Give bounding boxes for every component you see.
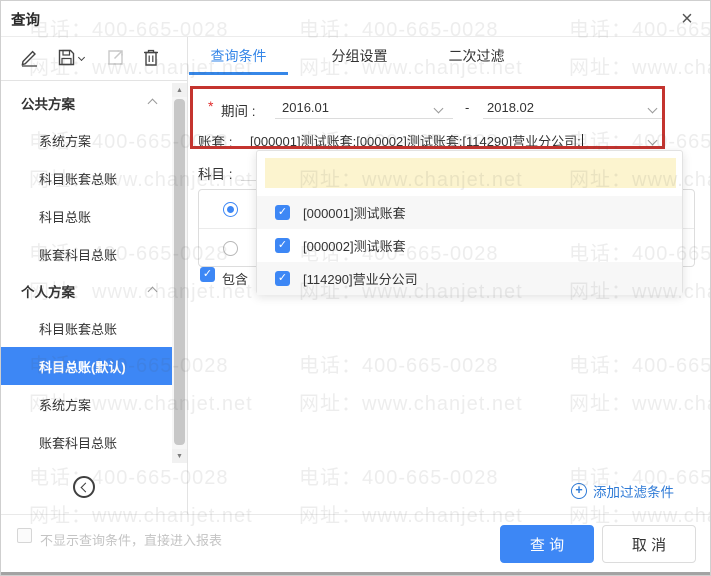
- sidebar-scrollbar[interactable]: ▲ ▼: [172, 83, 187, 463]
- input-underline: [483, 118, 663, 119]
- option-label: [000001]测试账套: [303, 206, 406, 221]
- item-label: 科目账套总账: [39, 171, 118, 187]
- period-to-select[interactable]: 2018.02: [487, 100, 534, 115]
- export-icon: [106, 48, 125, 70]
- input-underline: [245, 146, 663, 147]
- chevron-down-icon: [77, 53, 85, 62]
- export-scheme-button[interactable]: [101, 45, 129, 73]
- item-label: 科目总账: [39, 209, 92, 225]
- item-label: 系统方案: [39, 133, 92, 149]
- subject-label: 科目 :: [198, 167, 233, 182]
- option-label: [000002]测试账套: [303, 239, 406, 254]
- group-header-label: 公共方案: [21, 97, 75, 112]
- watermark-text: 网址：www.chanjet.net: [569, 57, 710, 79]
- query-dialog: 查询 × 公共方案 系统方案 科目账套总账 科目总账 账套科目总账 个人方案 科…: [0, 0, 711, 576]
- close-icon[interactable]: ×: [673, 5, 701, 33]
- item-label: 账套科目总账: [39, 247, 118, 263]
- edit-scheme-button[interactable]: [15, 45, 43, 73]
- scrollbar-thumb[interactable]: [174, 99, 185, 445]
- input-underline: [275, 118, 453, 119]
- dropdown-option[interactable]: ✓ [114290]营业分公司: [257, 262, 682, 295]
- scroll-down-icon[interactable]: ▼: [172, 449, 187, 463]
- chevron-down-icon[interactable]: [647, 103, 658, 114]
- query-button[interactable]: 查 询: [500, 525, 594, 563]
- checkbox-checked[interactable]: ✓: [275, 205, 290, 220]
- active-tab-underline: [189, 72, 288, 75]
- window-bottom-edge: [1, 572, 710, 575]
- plus-circle-icon: +: [571, 483, 587, 499]
- checkbox-checked[interactable]: ✓: [275, 271, 290, 286]
- period-label: 期间 :: [221, 104, 256, 119]
- footer-divider: [1, 514, 710, 515]
- delete-scheme-button[interactable]: [137, 45, 165, 73]
- add-filter-link[interactable]: + 添加过滤条件: [571, 481, 674, 501]
- watermark-text: 电话：400-665-0028: [29, 467, 229, 489]
- dialog-title: 查询: [11, 13, 40, 29]
- include-checkbox-checked[interactable]: ✓: [200, 267, 215, 282]
- account-set-input[interactable]: [000001]测试账套;[000002]测试账套;[114290]营业分公司;: [250, 131, 583, 150]
- sidebar-group-personal[interactable]: 个人方案: [1, 273, 172, 309]
- chevron-up-icon: [147, 98, 158, 109]
- item-label: 科目账套总账: [39, 321, 118, 337]
- tab-query-conditions[interactable]: 查询条件: [189, 37, 288, 74]
- sidebar-item-personal-system-scheme[interactable]: 系统方案: [1, 385, 172, 423]
- scroll-up-icon[interactable]: ▲: [172, 83, 187, 97]
- dropdown-option[interactable]: ✓ [000001]测试账套: [257, 196, 682, 229]
- pencil-icon: [20, 48, 39, 70]
- collapse-sidebar-button[interactable]: [73, 476, 95, 498]
- panel-divider: [187, 37, 188, 514]
- group-header-label: 个人方案: [21, 285, 75, 300]
- chevron-up-icon: [147, 286, 158, 297]
- period-separator: -: [465, 100, 470, 115]
- period-from-select[interactable]: 2016.01: [282, 100, 329, 115]
- required-mark: *: [208, 98, 214, 114]
- chevron-down-icon[interactable]: [647, 135, 658, 146]
- dropdown-highlighted-row[interactable]: [265, 158, 676, 188]
- add-filter-label: 添加过滤条件: [593, 485, 674, 500]
- tab-secondary-filter[interactable]: 二次过滤: [427, 37, 526, 74]
- item-label: 系统方案: [39, 397, 92, 413]
- radio-unselected[interactable]: [223, 241, 238, 256]
- sidebar-group-public[interactable]: 公共方案: [1, 85, 172, 121]
- sidebar-item-system-scheme[interactable]: 系统方案: [1, 121, 172, 159]
- chevron-down-icon[interactable]: [433, 103, 444, 114]
- checkbox-checked[interactable]: ✓: [275, 238, 290, 253]
- skip-query-label: 不显示查询条件，直接进入报表: [40, 533, 223, 548]
- trash-icon: [142, 48, 160, 70]
- item-label: 科目总账(默认): [39, 359, 126, 375]
- sidebar-item-subject-ledger[interactable]: 科目总账: [1, 197, 172, 235]
- watermark-text: 网址：www.chanjet.net: [569, 393, 710, 415]
- include-checkbox-label: 包含: [222, 272, 249, 287]
- sidebar-item-personal-subject-accountset-ledger[interactable]: 科目账套总账: [1, 309, 172, 347]
- tab-grouping-settings[interactable]: 分组设置: [310, 37, 409, 74]
- sidebar-item-personal-accountset-subject-ledger[interactable]: 账套科目总账: [1, 423, 172, 461]
- option-label: [114290]营业分公司: [303, 272, 418, 287]
- sidebar-item-subject-accountset-ledger[interactable]: 科目账套总账: [1, 159, 172, 197]
- scheme-toolbar: [1, 37, 187, 81]
- watermark-text: 网址：www.chanjet.net: [299, 393, 523, 415]
- account-set-label: 账套 :: [198, 135, 233, 150]
- sidebar-item-subject-ledger-default-selected[interactable]: 科目总账(默认): [1, 347, 172, 385]
- save-icon: [57, 48, 76, 70]
- radio-selected[interactable]: [223, 201, 238, 217]
- watermark-text: 电话：400-665-0028: [299, 355, 499, 377]
- title-bar: 查询 ×: [1, 1, 710, 37]
- watermark-text: 电话：400-665-0028: [299, 467, 499, 489]
- item-label: 账套科目总账: [39, 435, 118, 451]
- save-scheme-button[interactable]: [51, 45, 89, 73]
- dropdown-option[interactable]: ✓ [000002]测试账套: [257, 229, 682, 262]
- chevron-left-icon: [80, 482, 91, 492]
- watermark-text: 电话：400-665-0028: [569, 355, 710, 377]
- cancel-button[interactable]: 取 消: [602, 525, 696, 563]
- account-set-dropdown-panel: ✓ [000001]测试账套 ✓ [000002]测试账套 ✓ [114290]…: [256, 150, 683, 295]
- sidebar-item-accountset-subject-ledger[interactable]: 账套科目总账: [1, 235, 172, 273]
- skip-query-checkbox-unchecked[interactable]: [17, 528, 32, 543]
